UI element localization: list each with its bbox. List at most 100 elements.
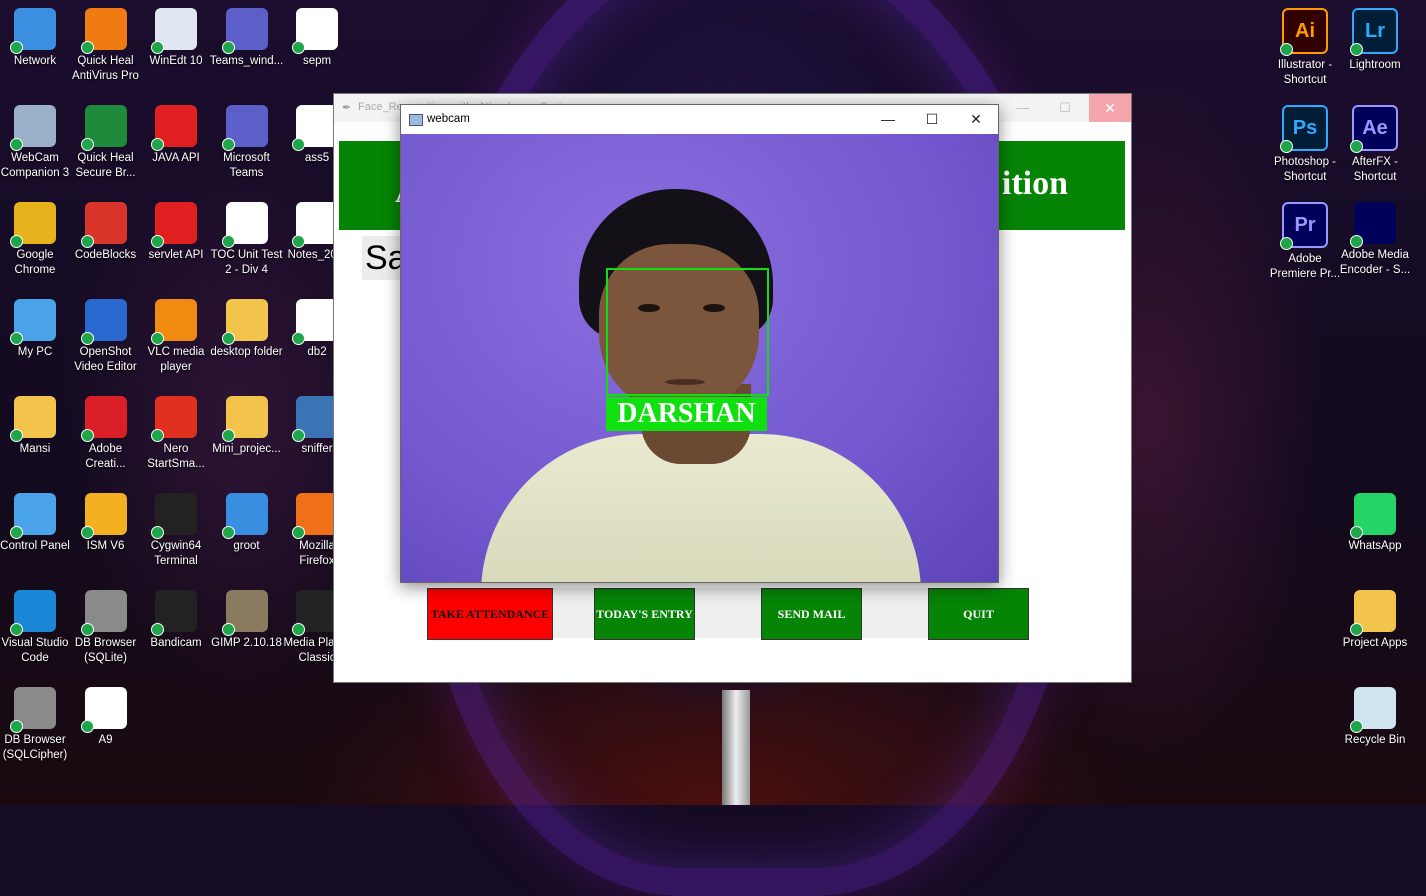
desktop-shortcut[interactable]: desktop folder xyxy=(210,293,283,387)
desktop-shortcut[interactable]: sepm xyxy=(282,2,352,96)
sync-status-icon xyxy=(151,429,164,442)
desktop-shortcut[interactable]: Pr Adobe Premiere Pr... xyxy=(1270,196,1340,290)
close-button[interactable]: ✕ xyxy=(1089,94,1131,122)
pdf-icon xyxy=(292,8,338,54)
desktop-shortcut-label: WhatsApp xyxy=(1348,540,1402,552)
maximize-button[interactable]: ☐ xyxy=(1047,94,1083,122)
sync-status-icon xyxy=(1350,623,1363,636)
desktop-shortcut[interactable]: Network xyxy=(0,2,70,96)
quit-button[interactable]: QUIT xyxy=(928,588,1029,640)
desktop-shortcut-label: Mini_projec... xyxy=(212,443,281,455)
desktop-shortcut[interactable]: Lr Lightroom xyxy=(1340,2,1410,96)
desktop-shortcut[interactable]: Adobe Creati... xyxy=(71,390,141,484)
desktop-shortcut-label: Photoshop - Shortcut xyxy=(1273,156,1336,183)
desktop-shortcut[interactable]: WebCam Companion 3 xyxy=(0,99,70,193)
desktop-shortcut[interactable]: Adobe Media Encoder - S... xyxy=(1340,196,1410,290)
close-button[interactable]: ✕ xyxy=(954,105,998,134)
desktop-shortcut[interactable]: CodeBlocks xyxy=(71,196,141,290)
sync-status-icon xyxy=(221,623,235,636)
desktop-shortcut[interactable]: Ai Illustrator - Shortcut xyxy=(1270,2,1340,96)
sync-status-icon xyxy=(1280,237,1293,250)
desktop-shortcut-label: Network xyxy=(13,55,57,67)
desktop-shortcut-label: groot xyxy=(233,540,260,552)
action-button-row: TAKE ATTENDANCE TODAY'S ENTRY SEND MAIL … xyxy=(334,588,1131,640)
desktop-shortcut[interactable]: Mini_projec... xyxy=(212,390,282,484)
todays-entry-button[interactable]: TODAY'S ENTRY xyxy=(594,588,695,640)
desktop-shortcut[interactable]: ISM V6 xyxy=(71,487,141,581)
desktop-shortcut-label: Project Apps xyxy=(1342,637,1408,649)
desktop-shortcut[interactable]: groot xyxy=(212,487,282,581)
desktop-shortcut[interactable]: Teams_wind... xyxy=(210,2,283,96)
vlc-icon xyxy=(151,299,197,345)
recycle-bin-icon xyxy=(1350,687,1396,733)
desktop-shortcut[interactable]: OpenShot Video Editor xyxy=(71,293,141,387)
desktop-shortcut-label: Lightroom xyxy=(1349,59,1401,71)
pdf-icon xyxy=(292,299,338,345)
sync-status-icon xyxy=(80,429,94,442)
desktop-shortcut-label: Recycle Bin xyxy=(1344,734,1406,746)
desktop-shortcut[interactable]: Quick Heal Secure Br... xyxy=(71,99,141,193)
desktop-shortcut[interactable]: Google Chrome xyxy=(0,196,70,290)
image-icon xyxy=(221,493,268,539)
aftereffects-icon: Ae xyxy=(1350,105,1398,153)
desktop-shortcut-label: Microsoft Teams xyxy=(223,152,270,179)
minimize-button[interactable]: — xyxy=(866,105,910,134)
desktop-shortcut[interactable]: WinEdt 10 xyxy=(141,2,211,96)
desktop-shortcut[interactable]: servlet API xyxy=(141,196,211,290)
button-gap xyxy=(695,588,763,638)
desktop-shortcut-label: CodeBlocks xyxy=(74,249,137,261)
sync-status-icon xyxy=(292,332,305,345)
take-attendance-button[interactable]: TAKE ATTENDANCE xyxy=(427,588,553,640)
desktop-shortcut[interactable]: DB Browser (SQLCipher) xyxy=(0,681,70,775)
desktop-shortcut[interactable]: Nero StartSma... xyxy=(141,390,211,484)
desktop-shortcut[interactable]: Project Apps xyxy=(1340,584,1410,678)
wallpaper-blade xyxy=(722,690,750,805)
folder-icon xyxy=(1350,590,1396,636)
desktop-shortcut[interactable]: A9 xyxy=(71,681,141,775)
sync-status-icon xyxy=(292,235,305,248)
desktop-shortcut[interactable]: Recycle Bin xyxy=(1340,681,1410,775)
sync-status-icon xyxy=(10,623,23,636)
recognized-name-label: DARSHAN xyxy=(606,397,767,431)
media-encoder-icon xyxy=(1350,202,1396,248)
webcam-titlebar[interactable]: webcam — ☐ ✕ xyxy=(401,105,998,134)
folder-icon xyxy=(221,299,268,345)
desktop-shortcut[interactable]: TOC Unit Test 2 - Div 4 xyxy=(211,196,282,290)
quickheal-icon xyxy=(80,8,127,54)
desktop-shortcut[interactable]: JAVA API xyxy=(141,99,211,193)
desktop-shortcut[interactable]: Ps Photoshop - Shortcut xyxy=(1270,99,1340,193)
c-file-icon xyxy=(80,687,127,733)
firefox-icon xyxy=(292,493,338,539)
maximize-button[interactable]: ☐ xyxy=(910,105,954,134)
sync-status-icon xyxy=(1350,140,1363,153)
sync-status-icon xyxy=(80,138,94,151)
photoshop-icon: Ps xyxy=(1280,105,1328,153)
button-gap xyxy=(862,588,930,638)
webcam-icon xyxy=(10,105,56,151)
desktop-shortcut-label: AfterFX - Shortcut xyxy=(1351,156,1398,183)
sync-status-icon xyxy=(151,41,164,54)
desktop-shortcut[interactable]: Bandicam xyxy=(141,584,211,678)
send-mail-button[interactable]: SEND MAIL xyxy=(761,588,862,640)
desktop-shortcut[interactable]: Visual Studio Code xyxy=(0,584,70,678)
desktop-shortcut[interactable]: Control Panel xyxy=(0,487,70,581)
desktop-shortcut[interactable]: DB Browser (SQLite) xyxy=(71,584,141,678)
sync-status-icon xyxy=(10,235,23,248)
desktop-shortcut[interactable]: VLC media player xyxy=(141,293,211,387)
premiere-icon: Pr xyxy=(1280,202,1328,250)
desktop-shortcut[interactable]: GIMP 2.10.18 xyxy=(211,584,282,678)
sync-status-icon xyxy=(221,41,235,54)
desktop-shortcut[interactable]: Quick Heal AntiVirus Pro xyxy=(71,2,141,96)
codeblocks-icon xyxy=(80,202,127,248)
desktop-shortcut[interactable]: Ae AfterFX - Shortcut xyxy=(1340,99,1410,193)
desktop-shortcut-label: Google Chrome xyxy=(14,249,56,276)
minimize-button[interactable]: — xyxy=(1005,94,1041,122)
desktop-shortcut[interactable]: WhatsApp xyxy=(1340,487,1410,581)
webcam-window[interactable]: webcam — ☐ ✕ DARSHAN xyxy=(400,104,999,583)
desktop-shortcut[interactable]: Mansi xyxy=(0,390,70,484)
desktop-shortcut[interactable]: Microsoft Teams xyxy=(212,99,282,193)
pc-icon xyxy=(10,299,56,345)
desktop-shortcut[interactable]: Cygwin64 Terminal xyxy=(141,487,211,581)
desktop-shortcut[interactable]: My PC xyxy=(0,293,70,387)
desktop-shortcut-label: Mansi xyxy=(19,443,51,455)
